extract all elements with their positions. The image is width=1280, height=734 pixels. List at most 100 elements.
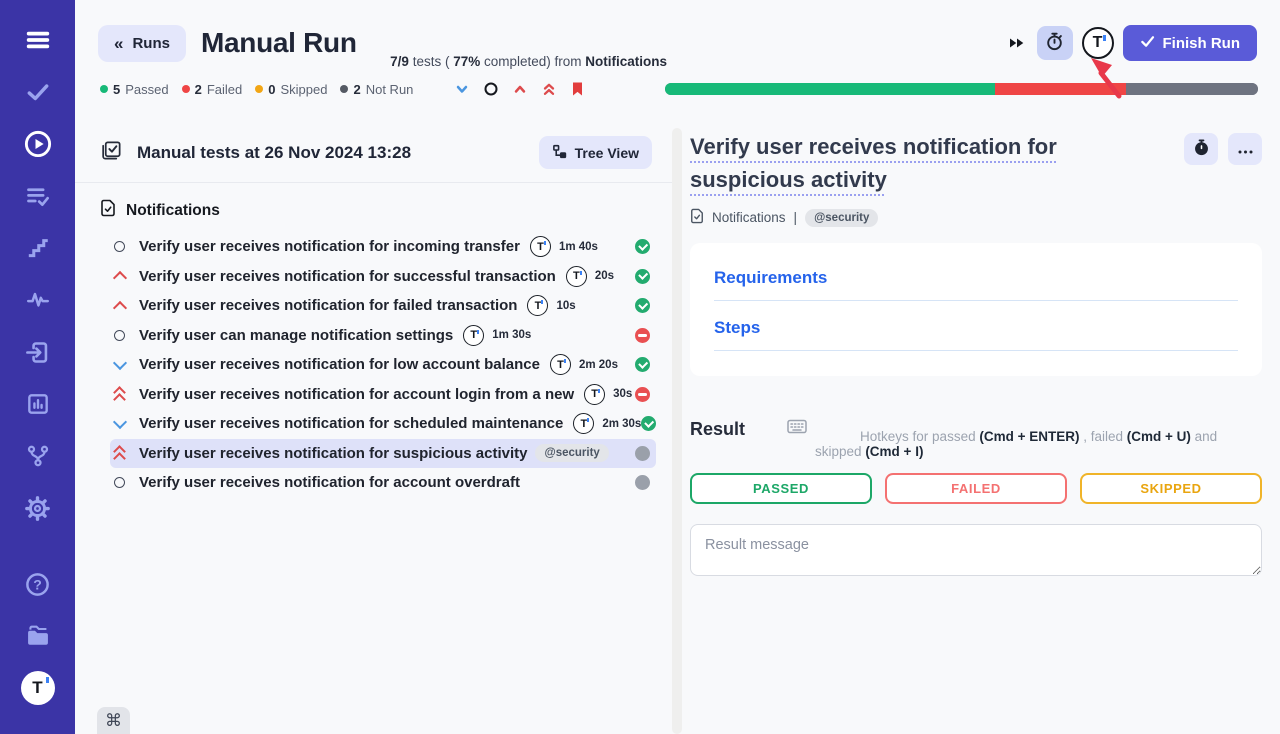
test-row[interactable]: Verify user can manage notification sett… [110, 321, 656, 351]
page-title: Manual Run [201, 27, 357, 59]
test-row[interactable]: Verify user receives notification for su… [110, 262, 656, 292]
test-duration: 2m 30s [602, 418, 641, 430]
summary-segment: 77% [453, 54, 480, 69]
stopwatch-icon [1192, 138, 1211, 160]
gear-icon[interactable] [18, 488, 58, 528]
count-label: Failed [207, 82, 242, 97]
more-options-button[interactable] [1228, 133, 1262, 165]
back-to-runs-button[interactable]: « Runs [98, 25, 186, 62]
import-icon[interactable] [18, 332, 58, 372]
test-duration: 20s [595, 270, 614, 282]
result-button[interactable]: SKIPPED [1080, 473, 1262, 504]
logo-icon[interactable] [18, 668, 58, 708]
progress-failed [995, 83, 1127, 95]
content: Manual tests at 26 Nov 2024 13:28 Tree V… [75, 128, 1280, 734]
fast-forward-icon[interactable] [1008, 36, 1025, 50]
section-link[interactable]: Requirements [714, 268, 1238, 288]
chevron-down-icon[interactable] [454, 81, 470, 97]
status-row: 5 Passed 2 Failed 0 Skipped [75, 80, 1280, 98]
test-row[interactable]: Verify user receives notification for ac… [110, 380, 656, 410]
stopwatch-icon [1044, 31, 1065, 55]
detail-timer-button[interactable] [1184, 133, 1218, 165]
detail-title[interactable]: Verify user receives notification for su… [690, 130, 1162, 196]
test-row[interactable]: Verify user receives notification for sc… [110, 409, 656, 439]
suite-header[interactable]: Notifications [75, 183, 672, 230]
summary-segment: 7/9 [390, 54, 409, 69]
check-icon[interactable] [18, 72, 58, 112]
play-circle-icon[interactable] [18, 124, 58, 164]
progress-notrun [1126, 83, 1258, 95]
count-badge: 5 Passed [100, 82, 169, 97]
hotkeys-cmd-badge[interactable]: ⌘ [97, 707, 130, 734]
result-button[interactable]: PASSED [690, 473, 872, 504]
hotkey-segment: (Cmd + U) [1127, 429, 1191, 444]
test-source-logo-icon [573, 413, 594, 434]
test-title: Verify user receives notification for su… [139, 445, 527, 462]
priority-icon [112, 417, 127, 431]
finish-run-label: Finish Run [1163, 35, 1241, 52]
count-dot-icon [182, 85, 190, 93]
test-row[interactable]: Verify user receives notification for in… [110, 232, 656, 262]
detail-section: Steps [714, 318, 1238, 351]
section-link[interactable]: Steps [714, 318, 1238, 338]
summary-segment: tests ( [409, 54, 453, 69]
test-duration: 1m 40s [559, 241, 598, 253]
test-status-icon [641, 416, 656, 431]
tree-view-label: Tree View [575, 145, 639, 161]
test-source-logo-icon [527, 295, 548, 316]
sidebar: ? [0, 0, 75, 734]
list-check-icon[interactable] [18, 176, 58, 216]
summary-segment: Notifications [585, 54, 667, 69]
test-row[interactable]: Verify user receives notification for lo… [110, 350, 656, 380]
test-row[interactable]: Verify user receives notification for fa… [110, 291, 656, 321]
hotkey-segment: (Cmd + ENTER) [979, 429, 1079, 444]
stairs-icon[interactable] [18, 228, 58, 268]
vertical-scrollbar[interactable] [672, 128, 682, 734]
test-row[interactable]: Verify user receives notification for su… [110, 439, 656, 469]
result-header: Result Hotkeys for passed (Cmd + ENTER) … [690, 399, 1262, 459]
count-value: 0 [268, 82, 275, 97]
count-label: Passed [125, 82, 168, 97]
svg-text:?: ? [33, 576, 42, 592]
priority-icon [112, 269, 127, 283]
folder-icon[interactable] [18, 616, 58, 656]
test-source-logo-icon [550, 354, 571, 375]
result-buttons: PASSED FAILED SKIPPED [690, 473, 1262, 504]
circle-icon[interactable] [483, 81, 499, 97]
timer-button[interactable] [1037, 26, 1073, 60]
test-status-icon [635, 387, 650, 402]
branch-icon[interactable] [18, 436, 58, 476]
help-icon[interactable]: ? [18, 564, 58, 604]
bar-chart-icon[interactable] [18, 384, 58, 424]
breadcrumb-suite[interactable]: Notifications [712, 210, 786, 225]
hotkeys-text: Hotkeys for passed (Cmd + ENTER) , faile… [815, 399, 1262, 459]
finish-run-button[interactable]: Finish Run [1123, 25, 1258, 61]
test-source-logo-icon [584, 384, 605, 405]
bookmark-icon[interactable] [570, 81, 585, 97]
account-logo-icon[interactable] [1082, 27, 1114, 59]
test-title: Verify user receives notification for ac… [139, 474, 520, 491]
command-icon: ⌘ [105, 711, 122, 731]
topbar-actions: Finish Run [1008, 25, 1258, 61]
test-source-logo-icon [463, 325, 484, 346]
count-value: 2 [195, 82, 202, 97]
chevron-up-icon[interactable] [512, 81, 528, 97]
detail-card: Requirements Steps [690, 243, 1262, 376]
hotkey-segment: Hotkeys for passed [860, 429, 979, 444]
count-value: 5 [113, 82, 120, 97]
test-duration: 30s [613, 388, 632, 400]
double-chevron-up-icon[interactable] [541, 81, 557, 97]
hotkey-segment: , failed [1079, 429, 1126, 444]
test-row[interactable]: Verify user receives notification for ac… [110, 468, 656, 498]
priority-filter-icons [454, 81, 585, 97]
result-message-input[interactable] [690, 524, 1262, 576]
test-status-icon [635, 357, 650, 372]
more-dots-icon [1238, 142, 1253, 157]
progress-passed [665, 83, 994, 95]
test-rows: Verify user receives notification for in… [75, 230, 672, 498]
tree-view-button[interactable]: Tree View [539, 136, 652, 169]
pulse-icon[interactable] [18, 280, 58, 320]
result-button[interactable]: FAILED [885, 473, 1067, 504]
count-badge: 2 Failed [182, 82, 243, 97]
menu-icon[interactable] [18, 20, 58, 60]
